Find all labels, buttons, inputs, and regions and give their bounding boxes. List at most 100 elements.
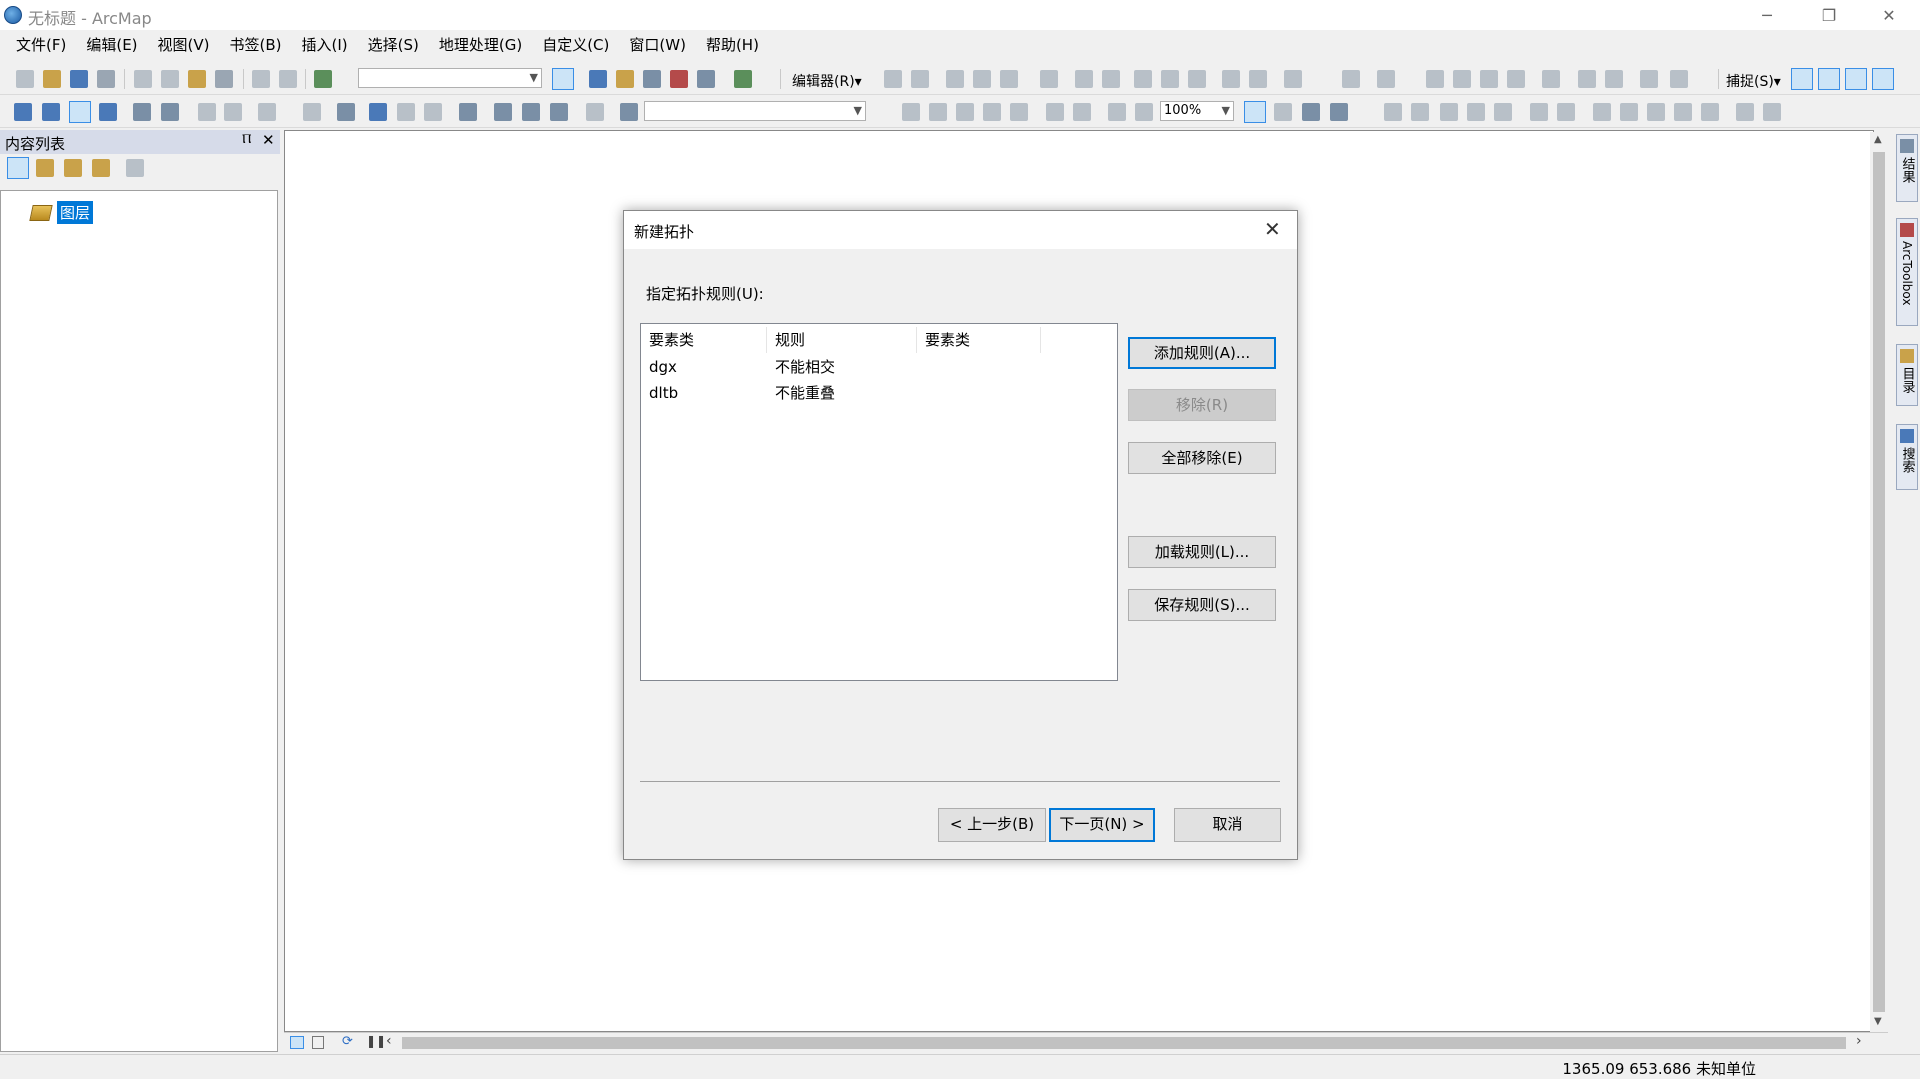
model-builder-icon[interactable] — [734, 70, 752, 88]
menu-edit[interactable]: 编辑(E) — [76, 30, 147, 60]
save-rules-button[interactable]: 保存规则(S)... — [1128, 589, 1276, 621]
back-extent-icon[interactable] — [198, 103, 216, 121]
list-by-source-icon[interactable] — [36, 159, 54, 177]
undo-icon[interactable] — [252, 70, 270, 88]
side-tab-catalog[interactable]: 目录 — [1896, 344, 1918, 406]
measure-icon[interactable] — [459, 103, 477, 121]
open-folder-icon[interactable] — [43, 70, 61, 88]
clear-selection-icon[interactable] — [1640, 70, 1658, 88]
attribute-transfer-icon[interactable] — [1736, 103, 1754, 121]
map-topology-icon[interactable] — [1377, 70, 1395, 88]
cut-icon[interactable] — [134, 70, 152, 88]
data-view-icon[interactable] — [290, 1036, 304, 1049]
reshape-icon[interactable] — [1102, 70, 1120, 88]
column-header-rule[interactable]: 规则 — [767, 327, 917, 353]
table-row[interactable]: dltb 不能重叠 — [641, 380, 1117, 406]
save-icon[interactable] — [70, 70, 88, 88]
select-features-icon[interactable] — [1670, 70, 1688, 88]
find-icon[interactable] — [494, 103, 512, 121]
cancel-button[interactable]: 取消 — [1174, 808, 1281, 842]
auto-hide-pin-icon[interactable]: Ⲡ — [242, 132, 251, 147]
split-icon[interactable] — [1161, 70, 1179, 88]
remove-button[interactable]: 移除(R) — [1128, 389, 1276, 421]
add-control-points-icon[interactable] — [1467, 103, 1485, 121]
menu-selection[interactable]: 选择(S) — [358, 30, 429, 60]
vertex-snapping-icon[interactable] — [1845, 68, 1867, 90]
georef-shift-icon[interactable] — [1440, 103, 1458, 121]
minimize-button[interactable]: ─ — [1744, 0, 1790, 30]
select-by-graphics-icon[interactable] — [258, 103, 276, 121]
toc-close-icon[interactable]: ✕ — [262, 131, 275, 149]
layout-pan-icon[interactable] — [956, 103, 974, 121]
menu-windows[interactable]: 窗口(W) — [619, 30, 696, 60]
delete-icon[interactable] — [215, 70, 233, 88]
side-tab-search[interactable]: 搜索 — [1896, 424, 1918, 490]
scroll-down-icon[interactable]: ▼ — [1874, 1016, 1882, 1027]
view-link-table-icon[interactable] — [1494, 103, 1512, 121]
point-icon[interactable] — [1040, 70, 1058, 88]
layers-label[interactable]: 图层 — [57, 201, 94, 224]
end-point-arc-icon[interactable] — [973, 70, 991, 88]
search-window-icon[interactable] — [643, 70, 661, 88]
select-elements-icon[interactable] — [337, 103, 355, 121]
layers-tree-node[interactable]: 图层 — [29, 201, 94, 224]
toc-window-icon[interactable] — [589, 70, 607, 88]
preview-adjust-icon[interactable] — [1701, 103, 1719, 121]
html-popup-icon[interactable] — [424, 103, 442, 121]
close-window-button[interactable]: ✕ — [1866, 0, 1912, 30]
create-features-icon[interactable] — [1284, 70, 1302, 88]
generalize-icon[interactable] — [1507, 70, 1525, 88]
edit-vertices-icon[interactable] — [1075, 70, 1093, 88]
edge-snapping-icon[interactable] — [1872, 68, 1894, 90]
full-extent-icon[interactable] — [99, 103, 117, 121]
show-shared-features-icon[interactable] — [1453, 70, 1471, 88]
focus-data-frame-icon[interactable] — [1274, 103, 1292, 121]
python-window-icon[interactable] — [697, 70, 715, 88]
link-table-icon[interactable] — [1674, 103, 1692, 121]
menu-geoprocessing[interactable]: 地理处理(G) — [429, 30, 532, 60]
layout-view-icon[interactable] — [312, 1036, 324, 1049]
menu-view[interactable]: 视图(V) — [148, 30, 220, 60]
attributes-icon[interactable] — [1222, 70, 1240, 88]
redo-icon[interactable] — [279, 70, 297, 88]
restore-button[interactable]: ❐ — [1806, 0, 1852, 30]
print-icon[interactable] — [97, 70, 115, 88]
side-tab-results[interactable]: 结果 — [1896, 134, 1918, 202]
back-button[interactable]: < 上一步(B) — [938, 808, 1046, 842]
validate-topology-icon[interactable] — [1542, 70, 1560, 88]
fixed-zoom-in-icon[interactable] — [133, 103, 151, 121]
sketch-properties-icon[interactable] — [1249, 70, 1267, 88]
map-scale-combo[interactable]: ▼ — [358, 68, 542, 88]
new-document-icon[interactable] — [16, 70, 34, 88]
pan-icon[interactable] — [69, 101, 91, 123]
add-data-icon[interactable] — [314, 70, 332, 88]
topology-icon[interactable] — [1342, 70, 1360, 88]
trace-icon[interactable] — [1000, 70, 1018, 88]
scroll-right-icon[interactable]: › — [1856, 1033, 1862, 1049]
layout-zoom-in-icon[interactable] — [902, 103, 920, 121]
list-by-drawing-order-icon[interactable] — [7, 157, 29, 179]
catalog-window-icon[interactable] — [616, 70, 634, 88]
map-vertical-scrollbar[interactable]: ▲ ▼ — [1870, 132, 1888, 1032]
pause-drawing-icon[interactable]: ❚❚ — [366, 1034, 386, 1048]
list-by-selection-icon[interactable] — [92, 159, 110, 177]
topology-rules-list[interactable]: 要素类 规则 要素类 dgx 不能相交 dltb 不能重叠 — [640, 323, 1118, 681]
go-to-xy-icon[interactable] — [550, 103, 568, 121]
zoom-out-icon[interactable] — [42, 103, 60, 121]
table-row[interactable]: dgx 不能相交 — [641, 354, 1117, 380]
snapping-menu[interactable]: 捕捉(S)▾ — [1726, 71, 1781, 91]
zoom-in-icon[interactable] — [14, 103, 32, 121]
fixed-zoom-out-layout-icon[interactable] — [1073, 103, 1091, 121]
scroll-up-icon[interactable]: ▲ — [1874, 134, 1882, 145]
copy-icon[interactable] — [161, 70, 179, 88]
fixed-zoom-in-layout-icon[interactable] — [1046, 103, 1064, 121]
layout-zoom-out-icon[interactable] — [929, 103, 947, 121]
clear-selected-icon[interactable] — [303, 103, 321, 121]
create-viewer-window-icon[interactable] — [620, 103, 638, 121]
vertical-scroll-thumb[interactable] — [1873, 152, 1885, 1012]
column-header-feature-class[interactable]: 要素类 — [641, 327, 767, 353]
list-by-visibility-icon[interactable] — [64, 159, 82, 177]
layer-combo[interactable]: ▼ — [644, 101, 866, 121]
globe-sphere-icon[interactable] — [1557, 103, 1575, 121]
end-snapping-icon[interactable] — [1818, 68, 1840, 90]
